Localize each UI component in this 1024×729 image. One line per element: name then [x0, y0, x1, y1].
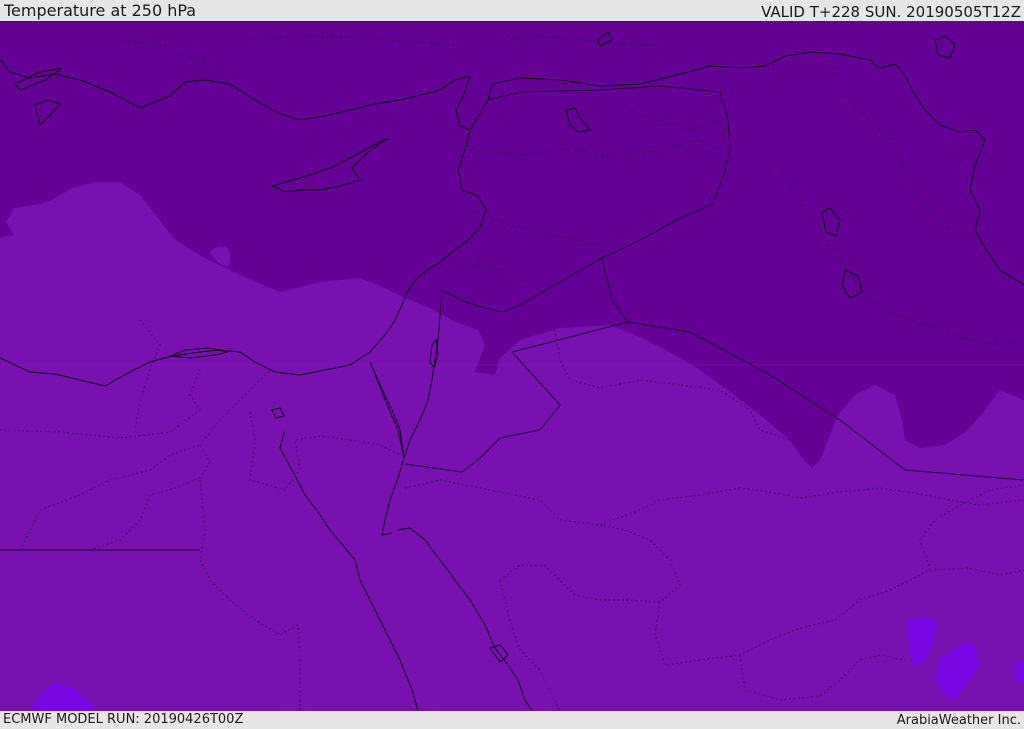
valid-time: VALID T+228 SUN. 20190505T12Z [761, 3, 1021, 21]
credit-label: ArabiaWeather Inc. [896, 713, 1021, 728]
map-title: Temperature at 250 hPa [4, 1, 197, 20]
model-run-label: ECMWF MODEL RUN: 20190426T00Z [3, 712, 244, 727]
weather-map[interactable] [0, 21, 1024, 711]
footer-bar: ECMWF MODEL RUN: 20190426T00Z ArabiaWeat… [0, 711, 1024, 729]
header-bar: Temperature at 250 hPa VALID T+228 SUN. … [0, 0, 1024, 21]
temperature-field-blob-small [23, 235, 33, 241]
